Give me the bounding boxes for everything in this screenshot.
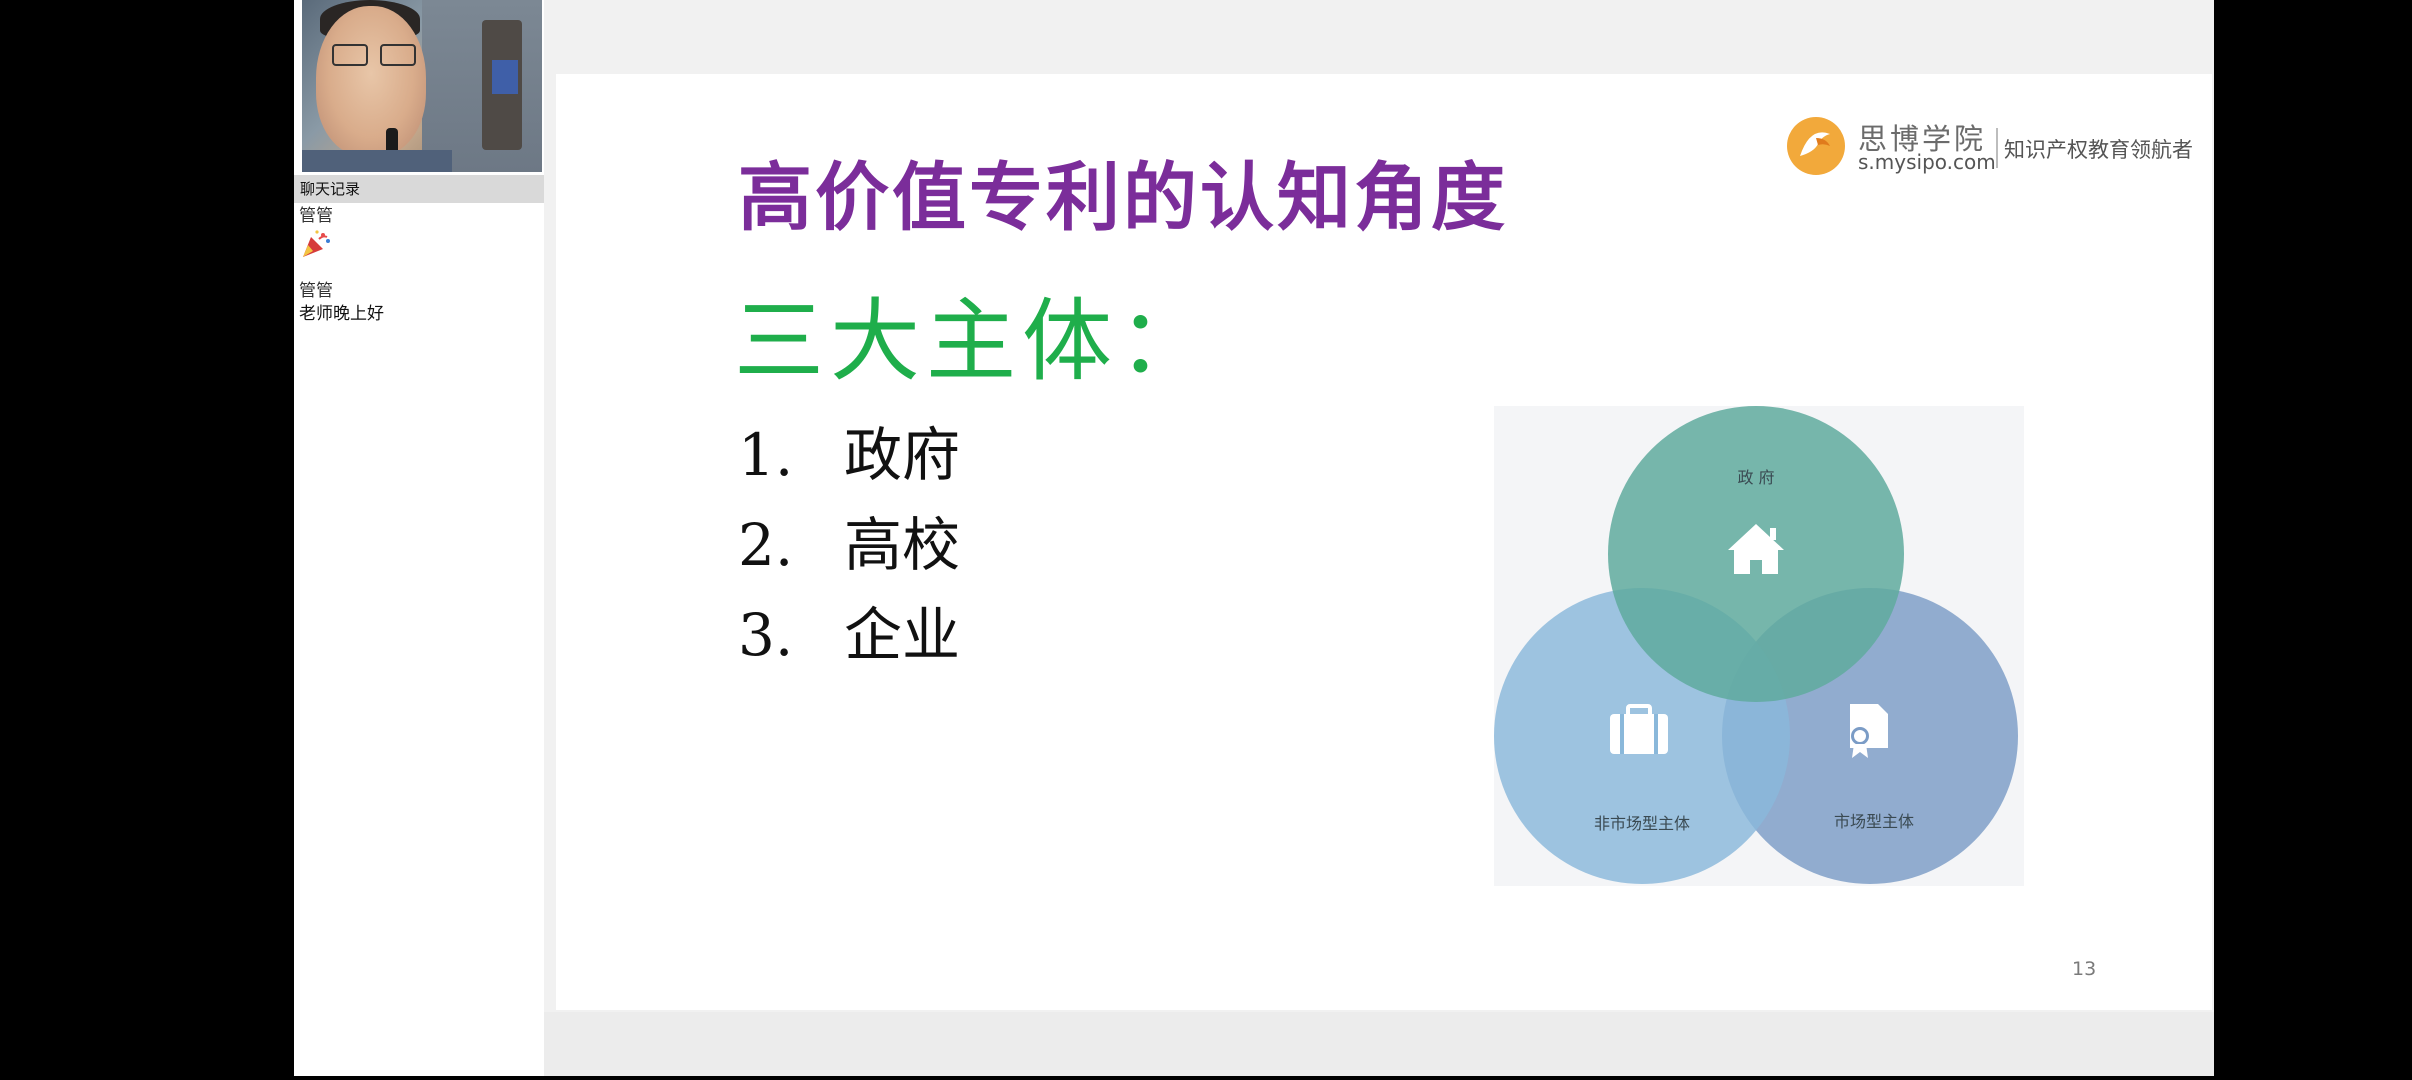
venn-diagram: 政 府 非市场型主体 市场型主体 xyxy=(1494,406,2024,886)
list-text: 企业 xyxy=(844,601,961,669)
logo-mark-icon xyxy=(1787,117,1845,175)
subject-list: 1. 政府 2. 高校 3. 企业 xyxy=(738,410,960,680)
slide-subtitle: 三大主体： xyxy=(734,289,1214,394)
list-item: 1. 政府 xyxy=(738,410,960,500)
label-government: 政 府 xyxy=(1737,468,1775,487)
message-text: 老师晚上好 xyxy=(299,304,384,324)
right-margin xyxy=(2214,0,2412,1080)
label-market-subject: 市场型主体 xyxy=(1833,812,1915,831)
logo-tagline: 知识产权教育领航者 xyxy=(2004,138,2193,162)
chat-history-header: 聊天记录 xyxy=(294,175,544,203)
list-number: 1. xyxy=(738,421,794,489)
message-sender: 管管 xyxy=(299,281,333,301)
list-text: 高校 xyxy=(844,511,961,579)
logo-divider xyxy=(1996,128,1998,168)
slide-title: 高价值专利的认知角度 xyxy=(738,155,1508,241)
list-number: 3. xyxy=(738,601,794,669)
chat-message: 管管 xyxy=(294,205,544,266)
webcam-video xyxy=(302,0,542,172)
message-sender: 管管 xyxy=(299,206,333,226)
page-number: 13 xyxy=(2072,958,2097,980)
party-popper-icon xyxy=(299,227,333,261)
list-number: 2. xyxy=(738,511,794,579)
logo: 思博学院 s.mysipo.com 知识产权教育领航者 xyxy=(1786,114,2196,184)
list-item: 3. 企业 xyxy=(738,590,960,680)
list-item: 2. 高校 xyxy=(738,500,960,590)
chat-messages: 管管 管管 老师晚上好 xyxy=(294,205,544,326)
logo-url: s.mysipo.com xyxy=(1858,150,1996,174)
chat-message: 管管 老师晚上好 xyxy=(294,280,544,326)
slide-bottom-strip xyxy=(544,1012,2214,1076)
list-text: 政府 xyxy=(844,421,961,489)
label-non-market-subject: 非市场型主体 xyxy=(1593,814,1691,833)
